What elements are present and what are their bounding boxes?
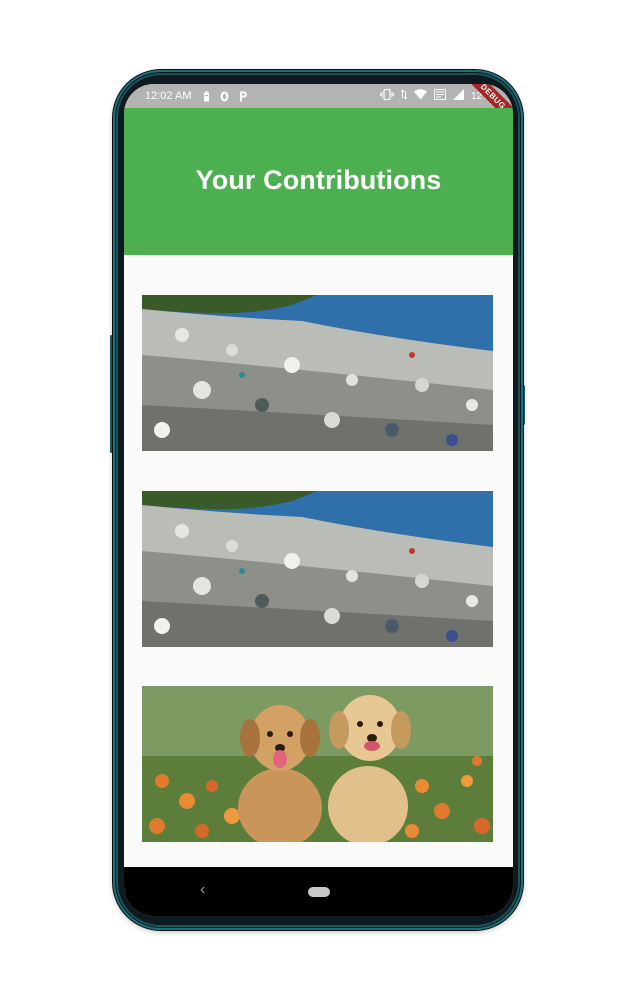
page-title: Your Contributions — [195, 165, 442, 195]
app-bar: Your Contributions — [124, 108, 513, 255]
contributions-list[interactable] — [124, 255, 513, 867]
status-time: 12:02 AM — [145, 90, 192, 102]
back-icon[interactable]: ‹ — [200, 881, 205, 899]
home-pill-button[interactable] — [307, 886, 330, 897]
signal-icon — [452, 89, 464, 103]
data-arrows-icon — [400, 89, 408, 103]
status-bar: 12:02 AM 12% DEBUG — [124, 84, 513, 131]
phone-screen: 12:02 AM 12% DEBUG Your Contributions ‹ — [124, 84, 513, 916]
volte-icon — [434, 89, 446, 103]
puppies-image — [142, 686, 493, 842]
vibrate-icon — [379, 88, 394, 103]
contribution-image-1[interactable] — [142, 295, 493, 451]
contribution-image-2[interactable] — [142, 491, 493, 647]
notification-icon — [220, 91, 229, 102]
p-icon — [239, 91, 248, 102]
battery-saver-icon — [203, 90, 210, 102]
wifi-icon — [413, 89, 427, 103]
navigation-bar: ‹ — [124, 867, 513, 916]
garbage-dump-image — [142, 491, 493, 647]
garbage-dump-image — [142, 295, 493, 451]
contribution-image-3[interactable] — [142, 686, 493, 842]
